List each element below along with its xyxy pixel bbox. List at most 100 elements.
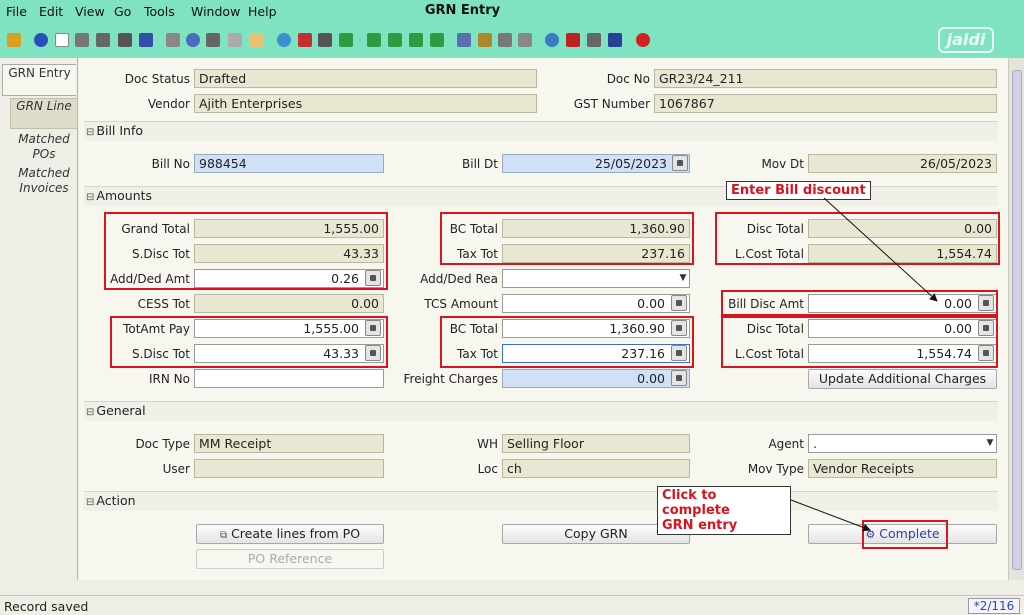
toolbar: jaldi	[0, 24, 1024, 58]
delete-icon[interactable]	[96, 33, 110, 47]
calendar-icon[interactable]	[672, 155, 688, 171]
highlight-box	[440, 316, 694, 368]
history-icon[interactable]	[249, 33, 263, 47]
request-icon[interactable]	[587, 33, 601, 47]
last-record-icon[interactable]	[430, 33, 444, 47]
tab-matched-invoices[interactable]: Matched Invoices	[10, 166, 78, 198]
zoom-icon[interactable]	[545, 33, 559, 47]
highlight-box	[110, 316, 388, 368]
back-icon[interactable]	[318, 33, 332, 47]
find-icon[interactable]	[186, 33, 200, 47]
new-icon[interactable]	[55, 33, 69, 47]
collapse-icon[interactable]: ⊟	[86, 497, 94, 508]
tools-icon[interactable]	[118, 33, 132, 47]
tab-matched-pos[interactable]: Matched POs	[10, 132, 78, 164]
highlight-box	[721, 316, 998, 368]
highlight-box	[104, 212, 388, 290]
freight-charges-label: Freight Charges	[403, 372, 498, 386]
doc-status-label: Doc Status	[124, 72, 190, 86]
user-label: User	[162, 462, 190, 476]
doc-type-field: MM Receipt	[194, 434, 384, 453]
agent-label: Agent	[768, 437, 804, 451]
chevron-down-icon[interactable]: ▼	[984, 435, 996, 452]
vendor-label: Vendor	[147, 97, 190, 111]
report-icon[interactable]	[457, 33, 471, 47]
irn-no-input[interactable]	[194, 369, 384, 388]
wh-field: Selling Floor	[502, 434, 690, 453]
help-icon[interactable]	[34, 33, 48, 47]
doc-no-field: GR23/24_211	[654, 69, 997, 88]
bill-no-label: Bill No	[151, 157, 190, 171]
undo-icon[interactable]	[7, 33, 21, 47]
archive-icon[interactable]	[478, 33, 492, 47]
mov-type-label: Mov Type	[747, 462, 804, 476]
add-ded-rea-select[interactable]	[502, 269, 690, 288]
tcs-amount-input[interactable]: 0.00	[502, 294, 690, 313]
forward-icon[interactable]	[339, 33, 353, 47]
scrollbar-thumb[interactable]	[1012, 70, 1022, 570]
print-icon[interactable]	[518, 33, 532, 47]
bill-no-input[interactable]: 988454	[194, 154, 384, 173]
highlight-box	[862, 520, 948, 549]
action-title: Action	[96, 493, 136, 508]
collapse-icon[interactable]: ⊟	[86, 192, 94, 203]
create-lines-from-po-button[interactable]: ⧉ Create lines from PO	[196, 524, 384, 544]
bill-dt-input[interactable]: 25/05/2023	[502, 154, 690, 173]
next-record-icon[interactable]	[409, 33, 423, 47]
gst-number-field: 1067867	[654, 94, 997, 113]
bill-info-section[interactable]: ⊟ Bill Info	[84, 121, 998, 141]
general-title: General	[96, 403, 146, 418]
refresh-icon[interactable]	[166, 33, 180, 47]
copy-icon[interactable]	[75, 33, 89, 47]
print-preview-icon[interactable]	[498, 33, 512, 47]
doc-type-label: Doc Type	[135, 437, 190, 451]
general-section[interactable]: ⊟ General	[84, 401, 998, 421]
gst-number-label: GST Number	[573, 97, 650, 111]
irn-no-label: IRN No	[149, 372, 190, 386]
vertical-scrollbar[interactable]	[1008, 58, 1024, 580]
first-record-icon[interactable]	[367, 33, 381, 47]
action-section[interactable]: ⊟ Action	[84, 491, 998, 511]
close-icon[interactable]	[636, 33, 650, 47]
vendor-field: Ajith Enterprises	[194, 94, 537, 113]
po-reference-button[interactable]: PO Reference	[196, 549, 384, 569]
collapse-icon[interactable]: ⊟	[86, 127, 94, 138]
mov-dt-label: Mov Dt	[761, 157, 804, 171]
calculator-icon[interactable]	[671, 370, 687, 386]
collapse-icon[interactable]: ⊟	[86, 407, 94, 418]
previous-record-icon[interactable]	[388, 33, 402, 47]
status-bar: Record saved *2/116	[0, 595, 1024, 615]
zoom-across-icon[interactable]	[277, 33, 291, 47]
tab-grn-line[interactable]: GRN Line	[10, 98, 78, 129]
product-info-icon[interactable]	[608, 33, 622, 47]
user-field	[194, 459, 384, 478]
chevron-down-icon[interactable]: ▼	[677, 270, 689, 287]
cess-tot-field: 0.00	[194, 294, 384, 313]
update-additional-charges-button[interactable]: Update Additional Charges	[808, 369, 997, 389]
amounts-title: Amounts	[96, 188, 153, 203]
agent-select[interactable]: .	[808, 434, 997, 453]
home-icon[interactable]	[298, 33, 312, 47]
freight-charges-input[interactable]: 0.00	[502, 369, 690, 388]
window-title: GRN Entry	[424, 3, 501, 18]
jaldi-logo: jaldi	[938, 27, 994, 53]
annotation-enter-bill-discount: Enter Bill discount	[726, 181, 871, 200]
tab-grn-entry[interactable]: GRN Entry	[2, 64, 76, 96]
copy-icon: ⧉	[219, 530, 228, 541]
annotation-line: GRN entry	[662, 518, 738, 533]
bill-info-title: Bill Info	[96, 123, 144, 138]
wh-label: WH	[477, 437, 498, 451]
calculator-icon[interactable]	[671, 295, 687, 311]
doc-status-field: Drafted	[194, 69, 537, 88]
save-icon[interactable]	[139, 33, 153, 47]
add-ded-rea-label: Add/Ded Rea	[420, 272, 498, 286]
highlight-box	[440, 212, 694, 265]
attachment-icon[interactable]	[206, 33, 220, 47]
chat-icon[interactable]	[228, 33, 242, 47]
create-lines-label: Create lines from PO	[231, 526, 361, 541]
highlight-box	[715, 212, 1000, 265]
loc-label: Loc	[477, 462, 498, 476]
record-indicator[interactable]: *2/116	[968, 598, 1020, 614]
workflow-icon[interactable]	[566, 33, 580, 47]
doc-no-label: Doc No	[606, 72, 650, 86]
